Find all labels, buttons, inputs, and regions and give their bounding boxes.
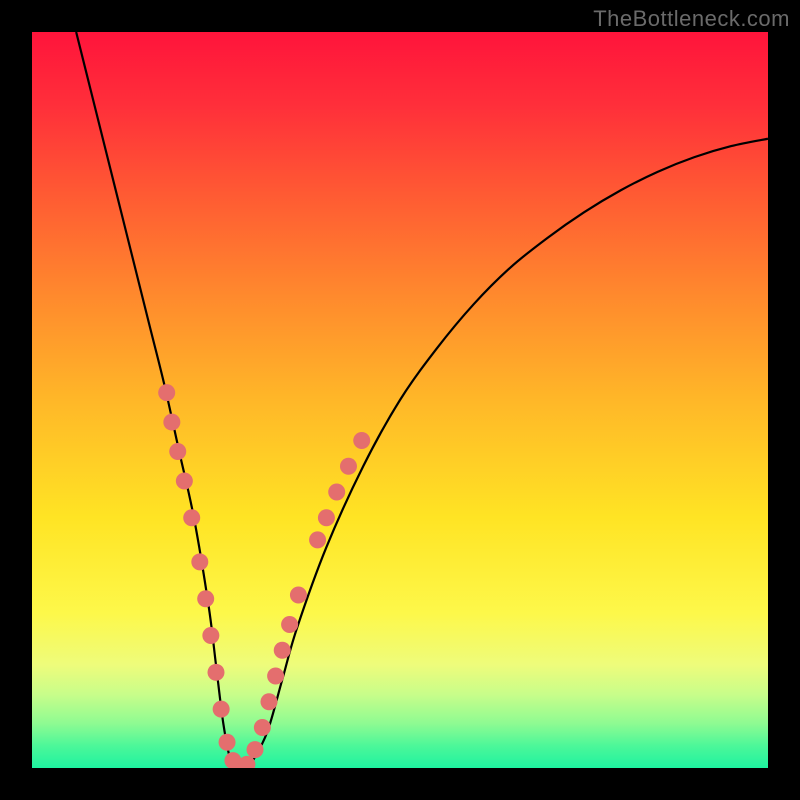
- highlight-dot: [260, 693, 277, 710]
- highlight-dot: [340, 458, 357, 475]
- highlight-dot: [219, 734, 236, 751]
- highlight-dot: [267, 668, 284, 685]
- highlight-dot: [274, 642, 291, 659]
- highlight-dot: [176, 472, 193, 489]
- highlight-dot: [169, 443, 186, 460]
- chart-svg: [32, 32, 768, 768]
- highlight-dot: [318, 509, 335, 526]
- chart-frame: TheBottleneck.com: [0, 0, 800, 800]
- highlight-dot: [254, 719, 271, 736]
- highlight-dot: [309, 531, 326, 548]
- highlight-dot: [290, 587, 307, 604]
- highlight-dots: [158, 384, 370, 768]
- highlight-dot: [353, 432, 370, 449]
- bottleneck-curve: [76, 32, 768, 768]
- watermark-text: TheBottleneck.com: [593, 6, 790, 32]
- highlight-dot: [202, 627, 219, 644]
- highlight-dot: [328, 484, 345, 501]
- highlight-dot: [183, 509, 200, 526]
- highlight-dot: [281, 616, 298, 633]
- highlight-dot: [213, 701, 230, 718]
- highlight-dot: [208, 664, 225, 681]
- highlight-dot: [158, 384, 175, 401]
- highlight-dot: [191, 553, 208, 570]
- highlight-dot: [163, 414, 180, 431]
- highlight-dot: [247, 741, 264, 758]
- highlight-dot: [197, 590, 214, 607]
- plot-area: [32, 32, 768, 768]
